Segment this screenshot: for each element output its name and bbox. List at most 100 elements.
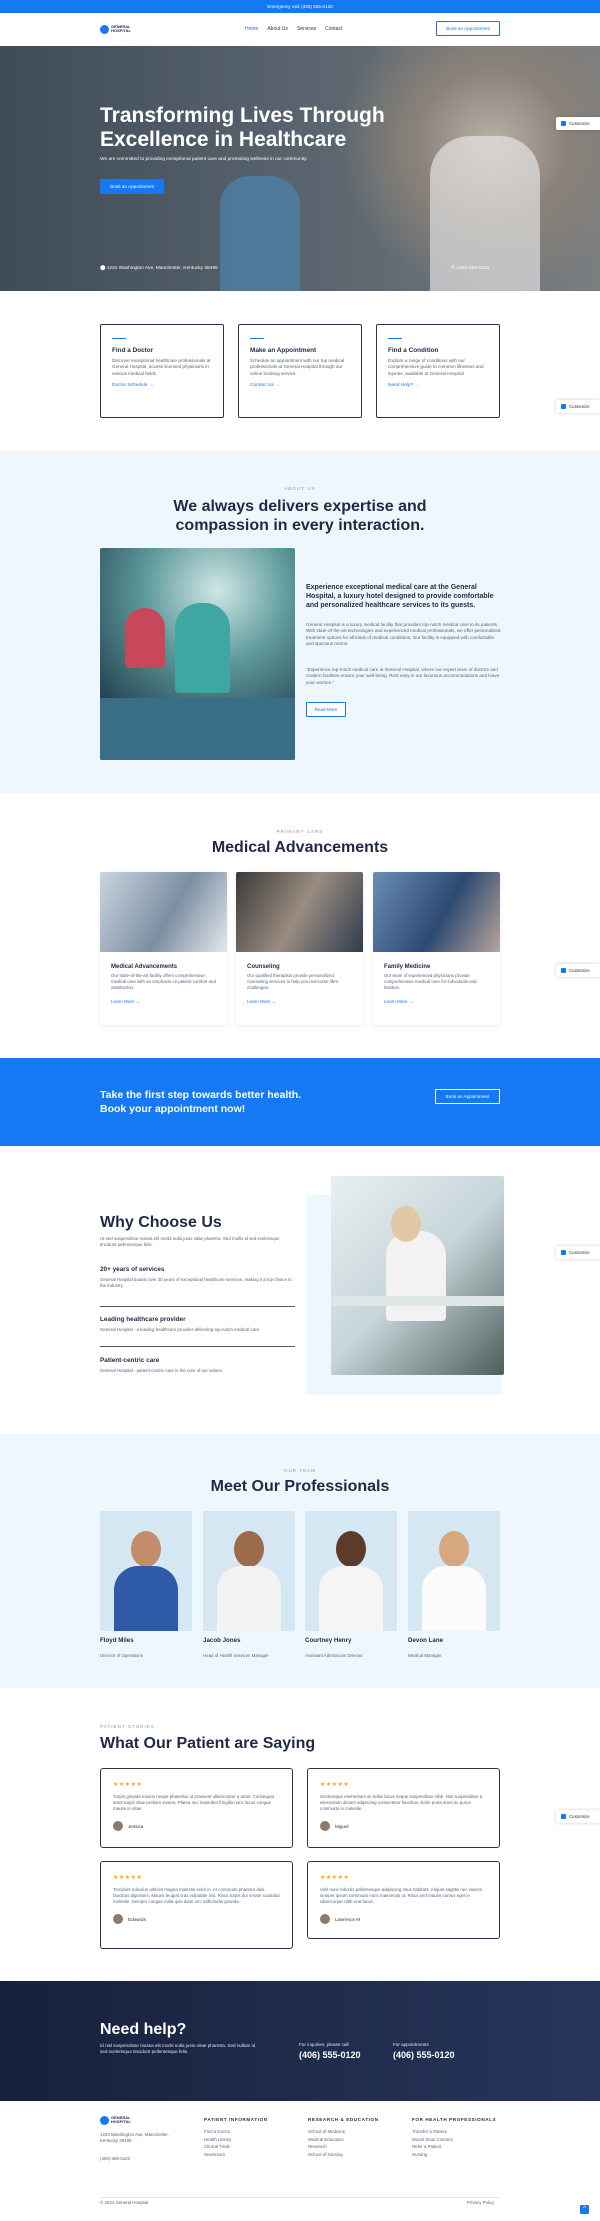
cta-text: Take the first step towards better healt… [100, 1089, 302, 1115]
nav-book-button[interactable]: Book an Appointment [436, 21, 500, 36]
about-paragraph: General Hospital is a luxury medical fac… [306, 622, 501, 646]
team-title: Meet Our Professionals [210, 1478, 390, 1495]
card-image [236, 872, 363, 952]
star-rating-icon: ★★★★★ [113, 1782, 143, 1788]
footer-link[interactable]: Clinical Trials [204, 2143, 268, 2151]
nav-contact[interactable]: Contact [325, 26, 342, 32]
service-title: Find a Doctor [112, 347, 154, 354]
avatar [320, 1914, 330, 1924]
customize-tab[interactable]: Customize [556, 964, 600, 977]
hero-subtitle: We are committed to providing exceptiona… [100, 157, 308, 162]
divider [100, 1306, 295, 1307]
avatar [113, 1821, 123, 1831]
testimonial-card: ★★★★★ Velit nunc lobortis pellentesque a… [307, 1861, 500, 1939]
team-member[interactable]: Devon Lane Medical Manager [408, 1511, 500, 1662]
footer-link[interactable]: Medical Education [308, 2136, 379, 2144]
customize-tab[interactable]: Customize [556, 400, 600, 413]
location-pin-icon: ⬤ [100, 266, 106, 271]
primary-card: Medical Advancements Our state-of-the-ar… [100, 872, 227, 1025]
footer-link[interactable]: Transfer a Patient [412, 2128, 496, 2136]
help-label-inquiries: For inquiries, please call [299, 2042, 349, 2047]
card-text: Our team of experienced physicians provi… [384, 973, 477, 990]
customize-icon [561, 121, 566, 126]
service-text: Schedule an appointment with our top med… [250, 358, 345, 376]
hero [0, 46, 600, 291]
footer-link[interactable]: School of Medicine [308, 2128, 379, 2136]
copyright: © 2024 General Hospital [100, 2200, 149, 2205]
testimonial-author: Lawrence M [320, 1914, 487, 1924]
customize-tab[interactable]: Customize [556, 1810, 600, 1823]
read-more-button[interactable]: Read More [306, 702, 346, 717]
footer-address: 1234 Washington Ave, Manchester, Kentuck… [100, 2132, 169, 2144]
footer-link[interactable]: Research [308, 2143, 379, 2151]
learn-more-link[interactable]: Learn More → [384, 999, 489, 1004]
hero-address: ⬤ 1234 Washington Ave, Manchester, Kentu… [100, 266, 218, 271]
why-title: Why Choose Us [100, 1214, 222, 1231]
testimonial-author: Jessica [113, 1821, 280, 1831]
footer-link[interactable]: Health Library [204, 2136, 268, 2144]
star-rating-icon: ★★★★★ [320, 1875, 350, 1881]
customize-tab[interactable]: Customize [556, 1246, 600, 1259]
team-member[interactable]: Floyd Miles Director of Operations [100, 1511, 192, 1662]
logo-icon [100, 24, 109, 34]
footer-link[interactable]: Nursing [412, 2151, 496, 2159]
logo[interactable]: GENERAL HOSPITAL [100, 23, 140, 35]
about-title: We always delivers expertise and compass… [173, 498, 427, 534]
team-member[interactable]: Jacob Jones Head of Health Services Mana… [203, 1511, 295, 1662]
service-title: Find a Condition [388, 347, 439, 354]
team-member[interactable]: Courtney Henry Assistant Admissions Dire… [305, 1511, 397, 1662]
why-item: Leading healthcare provider General Hosp… [100, 1316, 261, 1332]
learn-more-link[interactable]: Learn More → [247, 999, 352, 1004]
phone-icon: ✆ [451, 266, 456, 271]
testimonials-title: What Our Patient are Saying [100, 1735, 316, 1752]
nav-links: Home About Us Services Contact [245, 26, 342, 32]
service-title: Make an Appointment [250, 347, 317, 354]
footer-link[interactable]: School of Nursing [308, 2151, 379, 2159]
customize-icon [561, 1814, 566, 1819]
footer-link[interactable]: Refer a Patient [412, 2143, 496, 2151]
testimonial-author: Edwards [113, 1914, 280, 1924]
star-rating-icon: ★★★★★ [113, 1875, 143, 1881]
footer-link[interactable]: Mount Sinai Connect [412, 2136, 496, 2144]
service-link[interactable]: Doctor Schedule → [112, 383, 212, 388]
nav-home[interactable]: Home [245, 26, 258, 32]
scroll-top-icon[interactable]: ^ [580, 2205, 589, 2214]
help-title: Need help? [100, 2021, 187, 2038]
surgery-image [100, 548, 295, 760]
footer-link[interactable]: Newsroom [204, 2151, 268, 2159]
card-title: Family Medicine [384, 964, 431, 970]
team-eyebrow: OUR TEAM [283, 1468, 317, 1473]
card-title: Counseling [247, 964, 280, 970]
help-label-appointments: For appointments [393, 2042, 429, 2047]
nav-about[interactable]: About Us [267, 26, 288, 32]
cta-book-button[interactable]: Book an Appointment [435, 1089, 500, 1104]
customize-tab[interactable]: Customize [556, 117, 600, 130]
help-phone-inquiries[interactable]: (406) 555-0120 [299, 2050, 361, 2060]
privacy-link[interactable]: Privacy Policy [467, 2200, 494, 2205]
footer-column: PATIENT INFORMATION Find a Doctor Health… [204, 2117, 268, 2159]
footer [0, 2101, 600, 2221]
testimonial-card: ★★★★★ Scelerisque elementum ac tellus la… [307, 1768, 500, 1848]
primary-title: Medical Advancements [211, 839, 389, 856]
service-link[interactable]: Contact Us → [250, 383, 350, 388]
footer-logo[interactable]: GENERAL HOSPITAL [100, 2114, 140, 2126]
footer-phone[interactable]: (406) 555-0120 [100, 2156, 130, 2161]
customize-icon [561, 968, 566, 973]
nav-services[interactable]: Services [297, 26, 316, 32]
logo-icon [100, 2115, 109, 2125]
service-link[interactable]: Need Help? → [388, 383, 488, 388]
footer-link[interactable]: Find a Doctor [204, 2128, 268, 2136]
card-text: Our qualified therapists provide persona… [247, 973, 339, 990]
learn-more-link[interactable]: Learn More → [111, 999, 216, 1004]
help-section [0, 1981, 600, 2101]
help-text: Id nisl suspendisse massa elit morbi nul… [100, 2043, 256, 2055]
avatar [320, 1821, 330, 1831]
member-photo [100, 1511, 192, 1631]
footer-column: RESEARCH & EDUCATION School of Medicine … [308, 2117, 379, 2159]
service-card: Find a Condition Explore a range of cond… [376, 324, 500, 418]
hero-nurse-image [220, 176, 300, 291]
hero-title: Transforming Lives Through Excellence in… [100, 104, 385, 151]
card-title: Medical Advancements [111, 964, 178, 970]
hero-book-button[interactable]: Book an Appointment [100, 179, 164, 194]
help-phone-appointments[interactable]: (406) 555-0120 [393, 2050, 455, 2060]
